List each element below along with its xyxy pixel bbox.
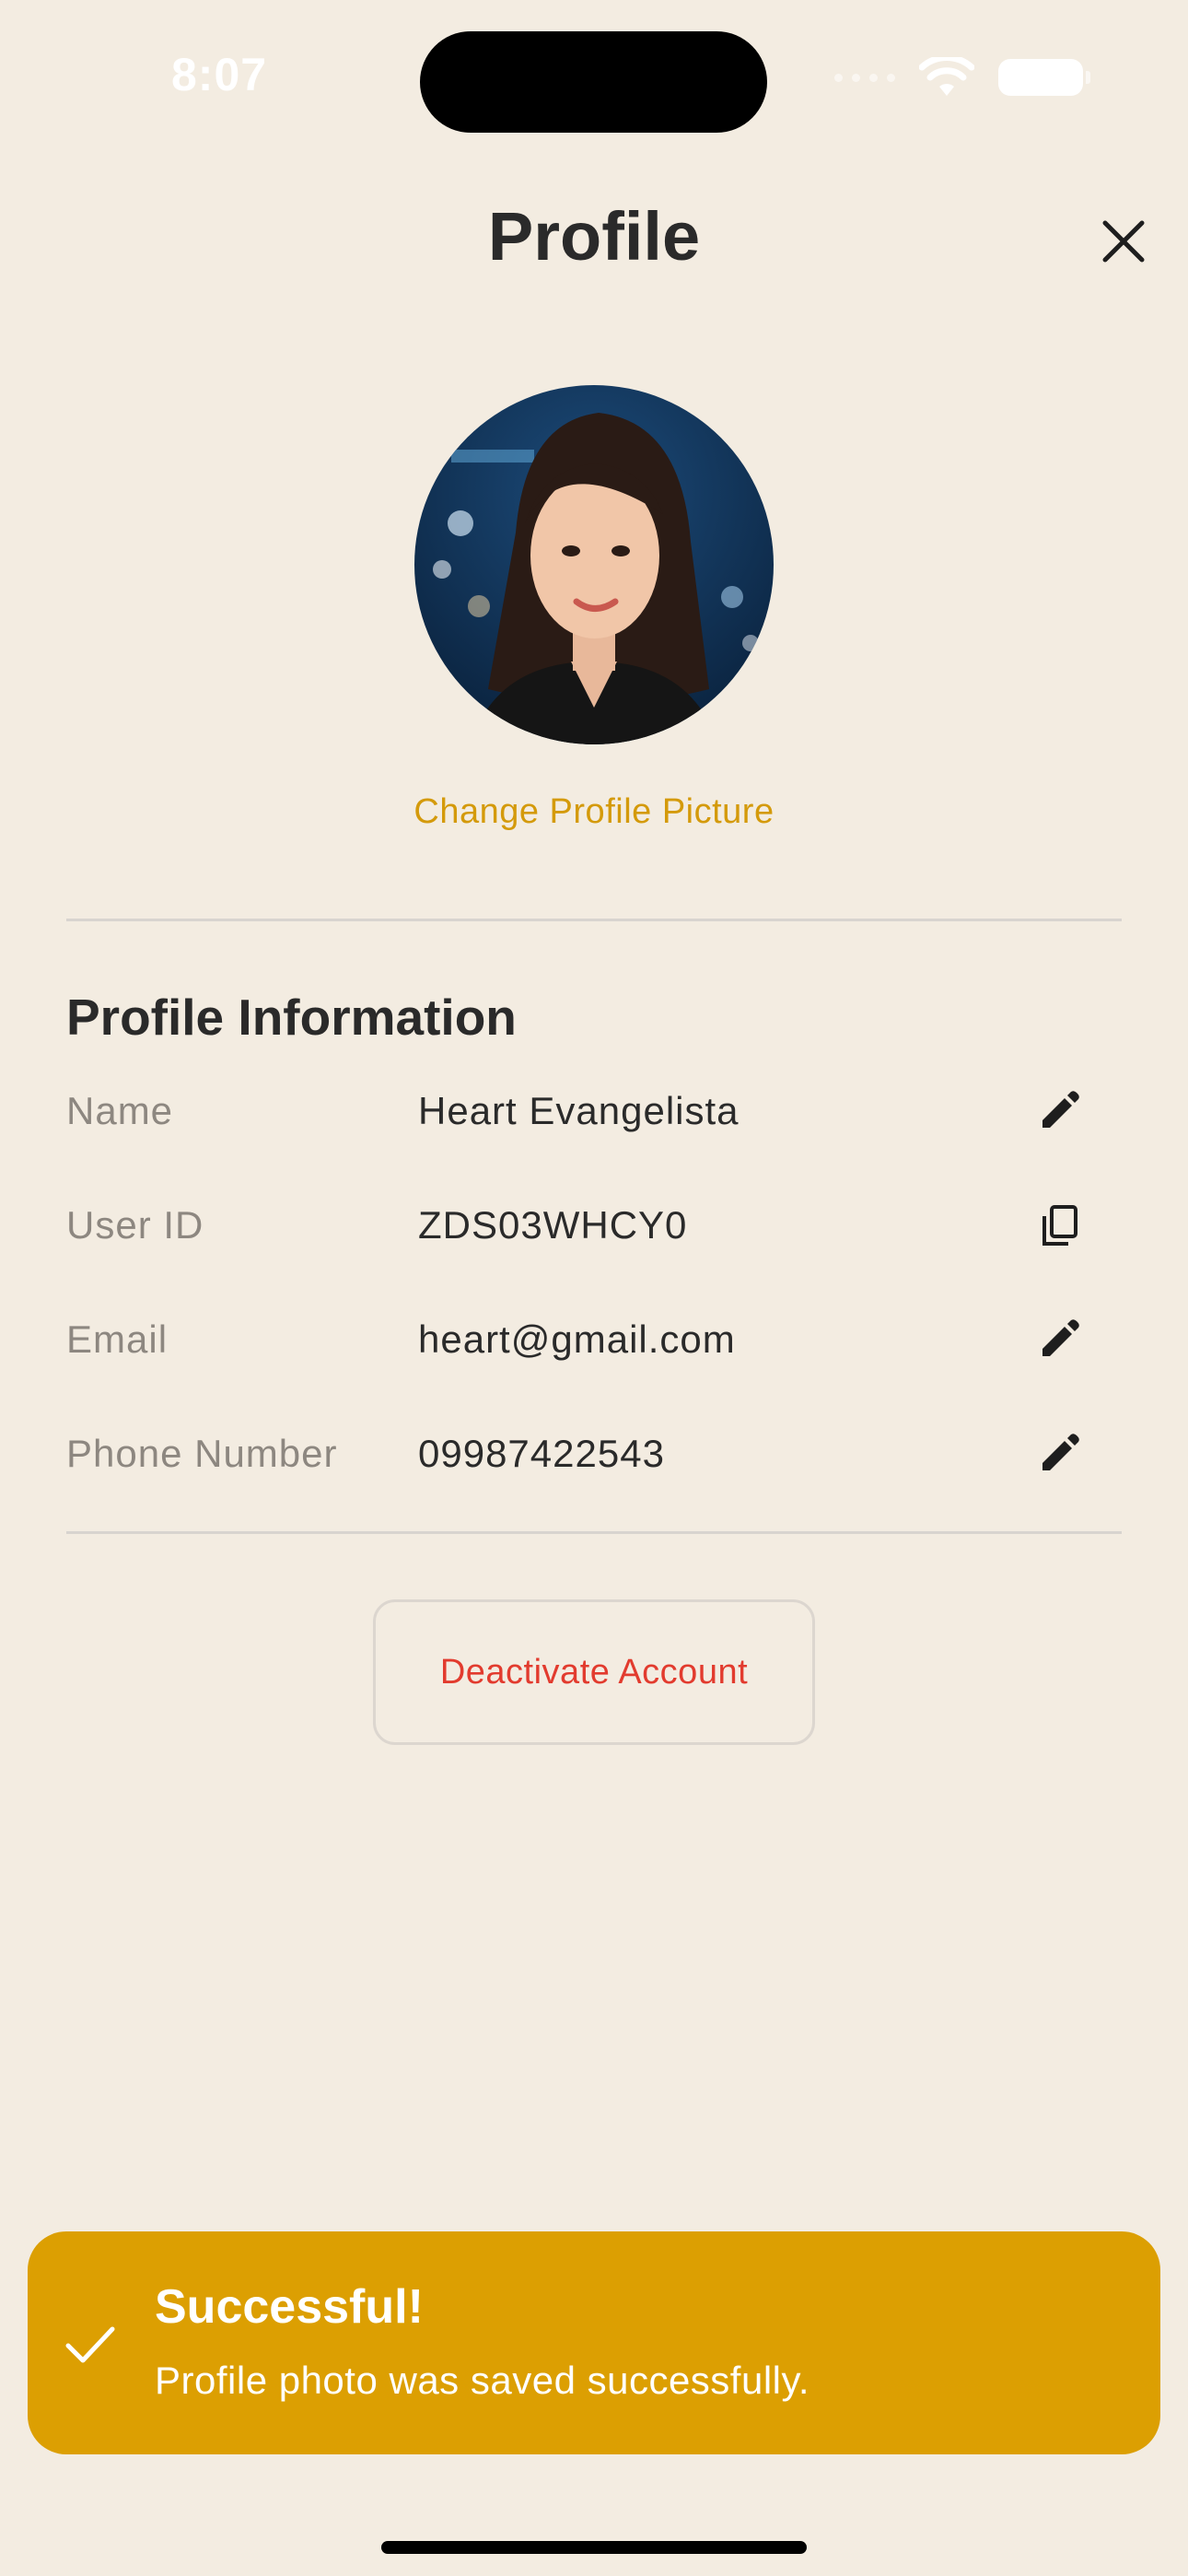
- success-toast: Successful! Profile photo was saved succ…: [28, 2231, 1160, 2454]
- change-profile-picture-link[interactable]: Change Profile Picture: [0, 792, 1188, 832]
- divider: [66, 1531, 1122, 1534]
- info-row-name: Name Heart Evangelista: [66, 1074, 1122, 1148]
- info-row-user-id: User ID ZDS03WHCY0: [66, 1188, 1122, 1262]
- pencil-icon[interactable]: [1037, 1089, 1081, 1133]
- toast-message: Profile photo was saved successfully.: [155, 2359, 810, 2402]
- info-value: 09987422543: [418, 1432, 665, 1475]
- close-icon[interactable]: [1096, 214, 1151, 269]
- home-indicator[interactable]: [381, 2541, 807, 2554]
- info-row-phone: Phone Number 09987422543: [66, 1417, 1122, 1491]
- pencil-icon[interactable]: [1037, 1317, 1081, 1362]
- section-title: Profile Information: [66, 989, 517, 1046]
- profile-screen: 8:07 Profile Change Profile Picture Prof…: [0, 0, 1188, 2576]
- info-label: User ID: [66, 1203, 204, 1247]
- page-title: Profile: [487, 198, 701, 275]
- wifi-icon: [919, 57, 974, 96]
- info-row-email: Email heart@gmail.com: [66, 1303, 1122, 1376]
- avatar[interactable]: [414, 385, 774, 744]
- cellular-signal-icon: [834, 73, 895, 82]
- info-value: heart@gmail.com: [418, 1317, 736, 1361]
- status-icons: [834, 57, 1090, 98]
- checkmark-icon: [65, 2326, 115, 2363]
- info-value: ZDS03WHCY0: [418, 1203, 688, 1247]
- info-label: Phone Number: [66, 1432, 338, 1475]
- copy-icon[interactable]: [1037, 1203, 1081, 1247]
- deactivate-account-button[interactable]: Deactivate Account: [373, 1599, 815, 1745]
- info-label: Name: [66, 1089, 174, 1132]
- info-value: Heart Evangelista: [418, 1089, 740, 1132]
- pencil-icon[interactable]: [1037, 1432, 1081, 1476]
- toast-title: Successful!: [155, 2280, 424, 2334]
- info-label: Email: [66, 1317, 169, 1361]
- status-time: 8:07: [171, 49, 268, 100]
- battery-icon: [998, 59, 1090, 96]
- avatar-photo: [414, 385, 774, 744]
- divider: [66, 919, 1122, 921]
- dynamic-island: [420, 31, 767, 133]
